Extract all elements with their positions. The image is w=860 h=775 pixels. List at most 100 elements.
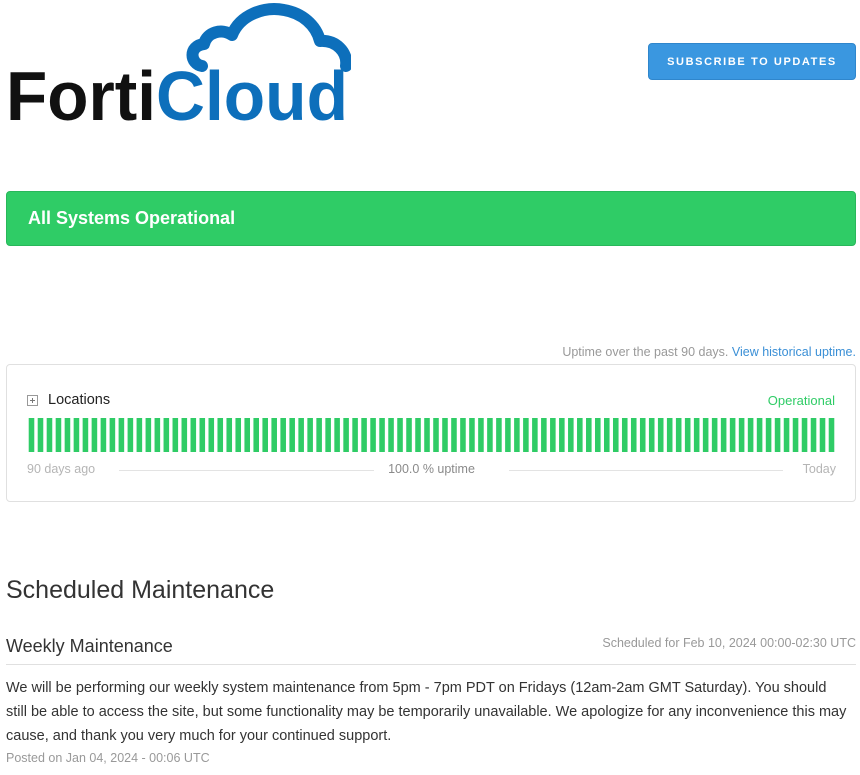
uptime-day-bar[interactable]	[37, 418, 44, 452]
uptime-day-bar[interactable]	[136, 418, 143, 452]
uptime-day-bar[interactable]	[550, 418, 556, 452]
uptime-day-bar[interactable]	[289, 418, 295, 452]
uptime-day-bar[interactable]	[819, 418, 826, 452]
uptime-day-bar[interactable]	[307, 418, 313, 452]
uptime-day-bar[interactable]	[523, 418, 529, 452]
timeline-divider-right	[509, 470, 783, 471]
uptime-day-bar[interactable]	[621, 418, 628, 452]
status-banner-text: All Systems Operational	[28, 208, 236, 228]
uptime-day-bar[interactable]	[352, 418, 358, 452]
uptime-day-bar[interactable]	[199, 418, 206, 452]
uptime-day-bar[interactable]	[181, 418, 188, 452]
uptime-day-bar[interactable]	[91, 418, 98, 452]
uptime-day-bar[interactable]	[388, 418, 394, 452]
uptime-day-bar[interactable]	[568, 418, 574, 452]
uptime-day-bar[interactable]	[190, 418, 197, 452]
uptime-day-bar[interactable]	[55, 418, 62, 452]
uptime-day-bar[interactable]	[639, 418, 646, 452]
uptime-day-bar[interactable]	[451, 418, 457, 452]
uptime-day-bar[interactable]	[442, 418, 448, 452]
uptime-day-bar[interactable]	[801, 418, 808, 452]
uptime-day-bar[interactable]	[316, 418, 322, 452]
uptime-day-bar[interactable]	[100, 418, 107, 452]
uptime-day-bar[interactable]	[271, 418, 277, 452]
uptime-day-bar[interactable]	[361, 418, 367, 452]
uptime-day-bar[interactable]	[334, 418, 340, 452]
uptime-day-bar[interactable]	[433, 418, 439, 452]
uptime-day-bar[interactable]	[711, 418, 718, 452]
maintenance-title[interactable]: Weekly Maintenance	[6, 636, 173, 657]
uptime-day-bar[interactable]	[163, 418, 170, 452]
uptime-day-bar[interactable]	[64, 418, 71, 452]
uptime-day-bar[interactable]	[487, 418, 493, 452]
uptime-day-bar[interactable]	[657, 418, 664, 452]
view-historical-uptime-link[interactable]: View historical uptime.	[732, 345, 856, 359]
uptime-day-bar[interactable]	[595, 418, 601, 452]
uptime-day-bar[interactable]	[397, 418, 403, 452]
uptime-day-bar[interactable]	[109, 418, 116, 452]
uptime-day-bar[interactable]	[702, 418, 709, 452]
uptime-day-bar[interactable]	[460, 418, 466, 452]
uptime-day-bar[interactable]	[514, 418, 520, 452]
uptime-day-bar[interactable]	[415, 418, 421, 452]
uptime-day-bar[interactable]	[46, 418, 53, 452]
uptime-day-bar[interactable]	[208, 418, 215, 452]
uptime-day-bar[interactable]	[244, 418, 251, 452]
uptime-day-bar[interactable]	[406, 418, 412, 452]
uptime-day-bar[interactable]	[612, 418, 619, 452]
uptime-day-bar[interactable]	[738, 418, 745, 452]
uptime-day-bar[interactable]	[82, 418, 89, 452]
uptime-day-bar[interactable]	[675, 418, 682, 452]
uptime-day-bar[interactable]	[424, 418, 430, 452]
uptime-day-bar[interactable]	[604, 418, 610, 452]
uptime-day-bar[interactable]	[235, 418, 242, 452]
uptime-timeline: 90 days ago 100.0 % uptime Today	[27, 462, 836, 478]
uptime-day-bar[interactable]	[792, 418, 799, 452]
uptime-day-bar[interactable]	[280, 418, 286, 452]
uptime-day-bar[interactable]	[577, 418, 583, 452]
uptime-day-bar[interactable]	[747, 418, 754, 452]
status-page: Forti Cloud SUBSCRIBE TO UPDATES All Sys…	[0, 0, 860, 775]
uptime-day-bar[interactable]	[505, 418, 511, 452]
uptime-day-bar[interactable]	[774, 418, 781, 452]
uptime-day-bar[interactable]	[370, 418, 376, 452]
uptime-day-bar[interactable]	[783, 418, 790, 452]
uptime-day-bar[interactable]	[496, 418, 502, 452]
uptime-day-bar[interactable]	[648, 418, 655, 452]
uptime-day-bar[interactable]	[720, 418, 727, 452]
uptime-day-bar[interactable]	[379, 418, 385, 452]
uptime-day-bar[interactable]	[226, 418, 233, 452]
uptime-day-bar[interactable]	[28, 418, 35, 452]
uptime-day-bar[interactable]	[262, 418, 268, 452]
uptime-day-bar[interactable]	[828, 418, 835, 452]
uptime-day-bar[interactable]	[127, 418, 134, 452]
uptime-day-bar[interactable]	[343, 418, 349, 452]
uptime-day-bar[interactable]	[217, 418, 224, 452]
uptime-day-bar[interactable]	[118, 418, 125, 452]
maintenance-body: We will be performing our weekly system …	[6, 680, 847, 744]
plus-square-icon[interactable]	[27, 394, 38, 406]
uptime-day-bar[interactable]	[666, 418, 673, 452]
uptime-day-bar[interactable]	[154, 418, 161, 452]
uptime-day-bar[interactable]	[586, 418, 592, 452]
uptime-day-bar[interactable]	[325, 418, 331, 452]
uptime-day-bar[interactable]	[172, 418, 179, 452]
uptime-day-bar[interactable]	[693, 418, 700, 452]
uptime-day-bar[interactable]	[532, 418, 538, 452]
uptime-day-bar[interactable]	[765, 418, 772, 452]
uptime-day-bar[interactable]	[630, 418, 637, 452]
uptime-day-bar[interactable]	[684, 418, 691, 452]
uptime-day-bar[interactable]	[756, 418, 763, 452]
uptime-day-bar[interactable]	[559, 418, 565, 452]
forticloud-logo[interactable]: Forti Cloud	[6, 2, 351, 124]
uptime-day-bar[interactable]	[478, 418, 484, 452]
uptime-day-bar[interactable]	[810, 418, 817, 452]
uptime-day-bar[interactable]	[253, 418, 259, 452]
uptime-day-bar[interactable]	[298, 418, 304, 452]
uptime-day-bar[interactable]	[145, 418, 152, 452]
uptime-day-bar[interactable]	[73, 418, 80, 452]
uptime-day-bar[interactable]	[469, 418, 475, 452]
subscribe-button[interactable]: SUBSCRIBE TO UPDATES	[648, 43, 856, 80]
uptime-day-bar[interactable]	[541, 418, 547, 452]
uptime-day-bar[interactable]	[729, 418, 736, 452]
